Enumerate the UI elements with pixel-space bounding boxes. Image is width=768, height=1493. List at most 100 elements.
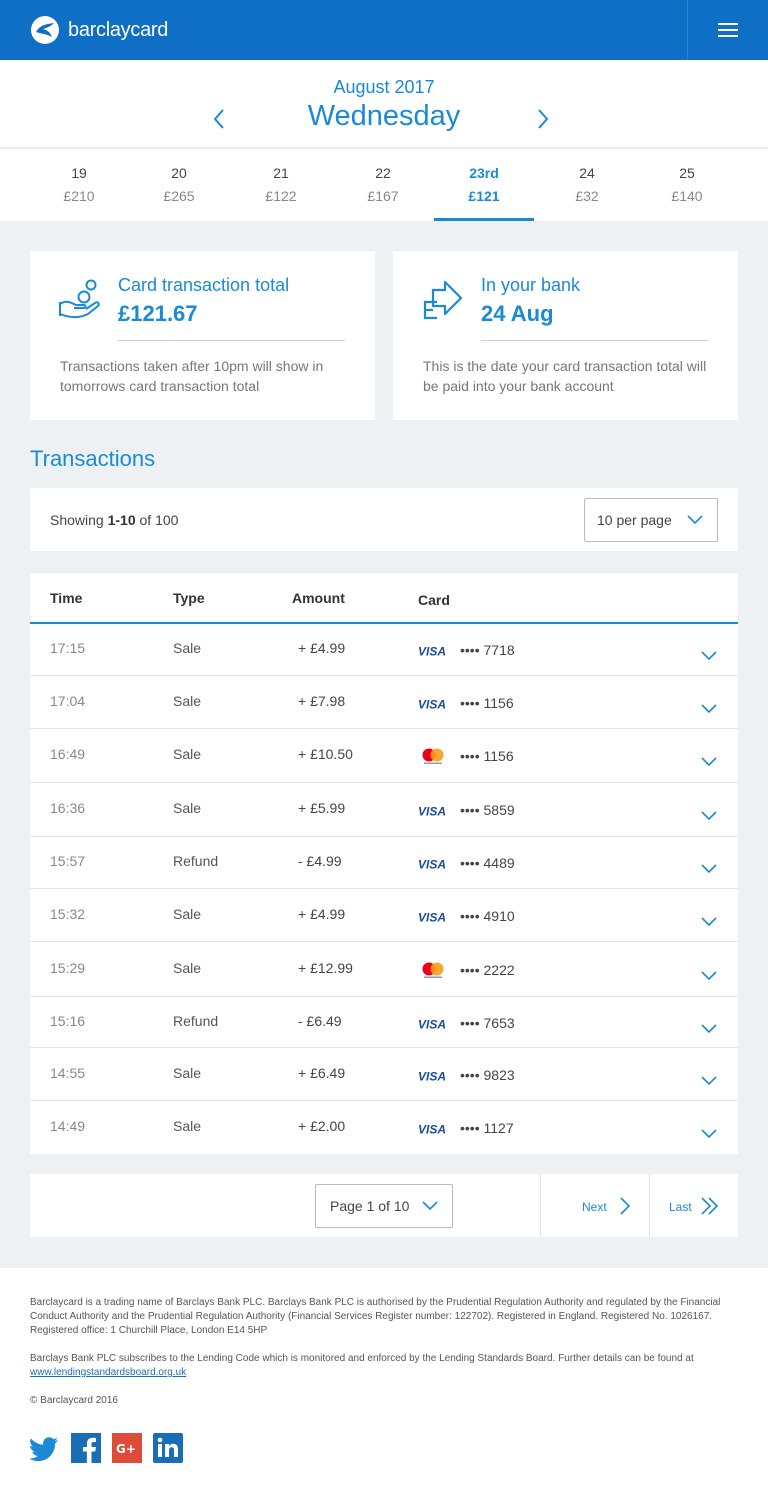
lending-standards-link[interactable]: www.lendingstandardsboard.org.uk (30, 1367, 186, 1378)
table-row[interactable]: 14:55 Sale + £6.49 VISA •••• 9823 (30, 1048, 738, 1101)
day-number: 25 (679, 165, 695, 181)
hamburger-icon (718, 23, 738, 37)
showing-range: 1-10 (107, 512, 136, 528)
day-tab-selected[interactable]: 23rd £121 (434, 149, 534, 221)
next-label: Next (582, 1200, 607, 1214)
transaction-type: Sale (173, 800, 202, 816)
transaction-type: Sale (173, 746, 202, 762)
transaction-time: 14:49 (50, 1118, 86, 1134)
showing-prefix: Showing (50, 512, 104, 528)
visa-icon: VISA (418, 804, 448, 819)
day-amount: £167 (367, 188, 399, 204)
column-type[interactable]: Type (173, 590, 205, 606)
hamburger-menu-button[interactable] (687, 0, 768, 60)
previous-day-chevron-icon[interactable] (212, 108, 226, 130)
visa-icon: VISA (418, 1069, 448, 1084)
transaction-amount: + £5.99 (298, 800, 346, 816)
facebook-icon[interactable] (71, 1433, 101, 1463)
weekday-label: Wednesday (307, 100, 461, 132)
expand-chevron-icon[interactable] (701, 1021, 717, 1034)
expand-chevron-icon[interactable] (701, 701, 717, 714)
transaction-amount: + £7.98 (298, 693, 346, 709)
transaction-amount: + £12.99 (298, 960, 353, 976)
day-tab[interactable]: 19 £210 (29, 149, 129, 221)
month-label: August 2017 (333, 77, 435, 97)
table-row[interactable]: 17:04 Sale + £7.98 VISA •••• 1156 (30, 676, 738, 729)
table-row[interactable]: 15:16 Refund - £6.49 VISA •••• 7653 (30, 997, 738, 1048)
legal-text: Barclaycard is a trading name of Barclay… (30, 1297, 721, 1336)
visa-icon: VISA (418, 1122, 448, 1137)
expand-chevron-icon[interactable] (701, 914, 717, 927)
table-row[interactable]: 17:15 Sale + £4.99 VISA •••• 7718 (30, 624, 738, 676)
next-day-chevron-icon[interactable] (536, 108, 550, 130)
chevron-down-icon (687, 515, 703, 525)
transactions-table: Time Type Amount Card 17:15 Sale + £4.99 VI… (30, 573, 738, 1154)
visa-icon: VISA (418, 1017, 448, 1032)
expand-chevron-icon[interactable] (701, 1126, 717, 1139)
table-row[interactable]: 15:57 Refund - £4.99 VISA •••• 4489 (30, 837, 738, 889)
last-page-button[interactable]: Last (650, 1174, 738, 1237)
transaction-amount: + £6.49 (298, 1065, 346, 1081)
svg-text:VISA: VISA (418, 645, 446, 659)
transaction-amount: - £4.99 (298, 853, 342, 869)
hand-coins-icon (59, 279, 100, 318)
day-tab[interactable]: 21 £122 (231, 149, 331, 221)
card-number: •••• 4489 (460, 855, 515, 871)
double-chevron-right-icon (701, 1197, 719, 1215)
transaction-time: 15:29 (50, 960, 86, 976)
chevron-right-icon (620, 1197, 631, 1215)
card-number: •••• 7653 (460, 1015, 515, 1031)
barclaycard-logo[interactable]: barclaycard (30, 15, 168, 45)
table-row[interactable]: 14:49 Sale + £2.00 VISA •••• 1127 (30, 1101, 738, 1154)
column-time[interactable]: Time (50, 590, 82, 606)
day-amount: £210 (63, 188, 95, 204)
copyright: © Barclaycard 2016 (30, 1395, 118, 1406)
date-header: August 2017 Wednesday (0, 60, 768, 147)
expand-chevron-icon[interactable] (701, 808, 717, 821)
card-total-note: Transactions taken after 10pm will show … (60, 358, 324, 394)
per-page-value: 10 per page (597, 512, 672, 528)
transaction-time: 15:32 (50, 906, 86, 922)
transaction-time: 17:04 (50, 693, 86, 709)
day-tab[interactable]: 24 £32 (537, 149, 637, 221)
transaction-type: Sale (173, 693, 202, 709)
expand-chevron-icon[interactable] (701, 648, 717, 661)
card-number: •••• 4910 (460, 908, 515, 924)
per-page-select[interactable]: 10 per page (584, 498, 718, 542)
transaction-time: 14:55 (50, 1065, 86, 1081)
day-tab[interactable]: 20 £265 (129, 149, 229, 221)
day-tab[interactable]: 22 £167 (333, 149, 433, 221)
transaction-time: 15:57 (50, 853, 86, 869)
svg-text:VISA: VISA (418, 805, 446, 819)
linkedin-icon[interactable] (153, 1433, 183, 1463)
table-row[interactable]: 15:32 Sale + £4.99 VISA •••• 4910 (30, 889, 738, 942)
day-number: 23rd (469, 165, 499, 181)
card-number: •••• 5859 (460, 802, 515, 818)
day-amount: £140 (671, 188, 703, 204)
svg-text:VISA: VISA (418, 1018, 446, 1032)
card-number: •••• 7718 (460, 642, 515, 658)
expand-chevron-icon[interactable] (701, 861, 717, 874)
day-tab[interactable]: 25 £140 (637, 149, 737, 221)
page-select-value: Page 1 of 10 (330, 1198, 410, 1214)
table-row[interactable]: 16:49 Sale + £10.50 •••• 1156 (30, 729, 738, 783)
page-select[interactable]: Page 1 of 10 (315, 1184, 453, 1228)
day-number: 21 (273, 165, 289, 181)
column-amount[interactable]: Amount (292, 590, 345, 606)
twitter-icon[interactable] (30, 1433, 60, 1463)
lending-code-sentence: Barclays Bank PLC subscribes to the Lend… (30, 1353, 694, 1364)
top-bar: barclaycard (0, 0, 768, 60)
card-total-title: Card transaction total (118, 275, 290, 295)
day-selector: 19 £210 20 £265 21 £122 22 £167 23rd £12… (0, 149, 768, 221)
expand-chevron-icon[interactable] (701, 1073, 717, 1086)
day-number: 20 (171, 165, 187, 181)
expand-chevron-icon[interactable] (701, 968, 717, 981)
next-page-button[interactable]: Next (541, 1174, 649, 1237)
table-row[interactable]: 16:36 Sale + £5.99 VISA •••• 5859 (30, 783, 738, 837)
expand-chevron-icon[interactable] (701, 754, 717, 767)
card-number: •••• 1156 (460, 695, 514, 711)
card-total-value: £121.67 (118, 301, 198, 326)
table-row[interactable]: 15:29 Sale + £12.99 •••• 2222 (30, 942, 738, 997)
column-card[interactable]: Card (418, 592, 450, 608)
google-plus-icon[interactable]: G+ (112, 1433, 142, 1463)
